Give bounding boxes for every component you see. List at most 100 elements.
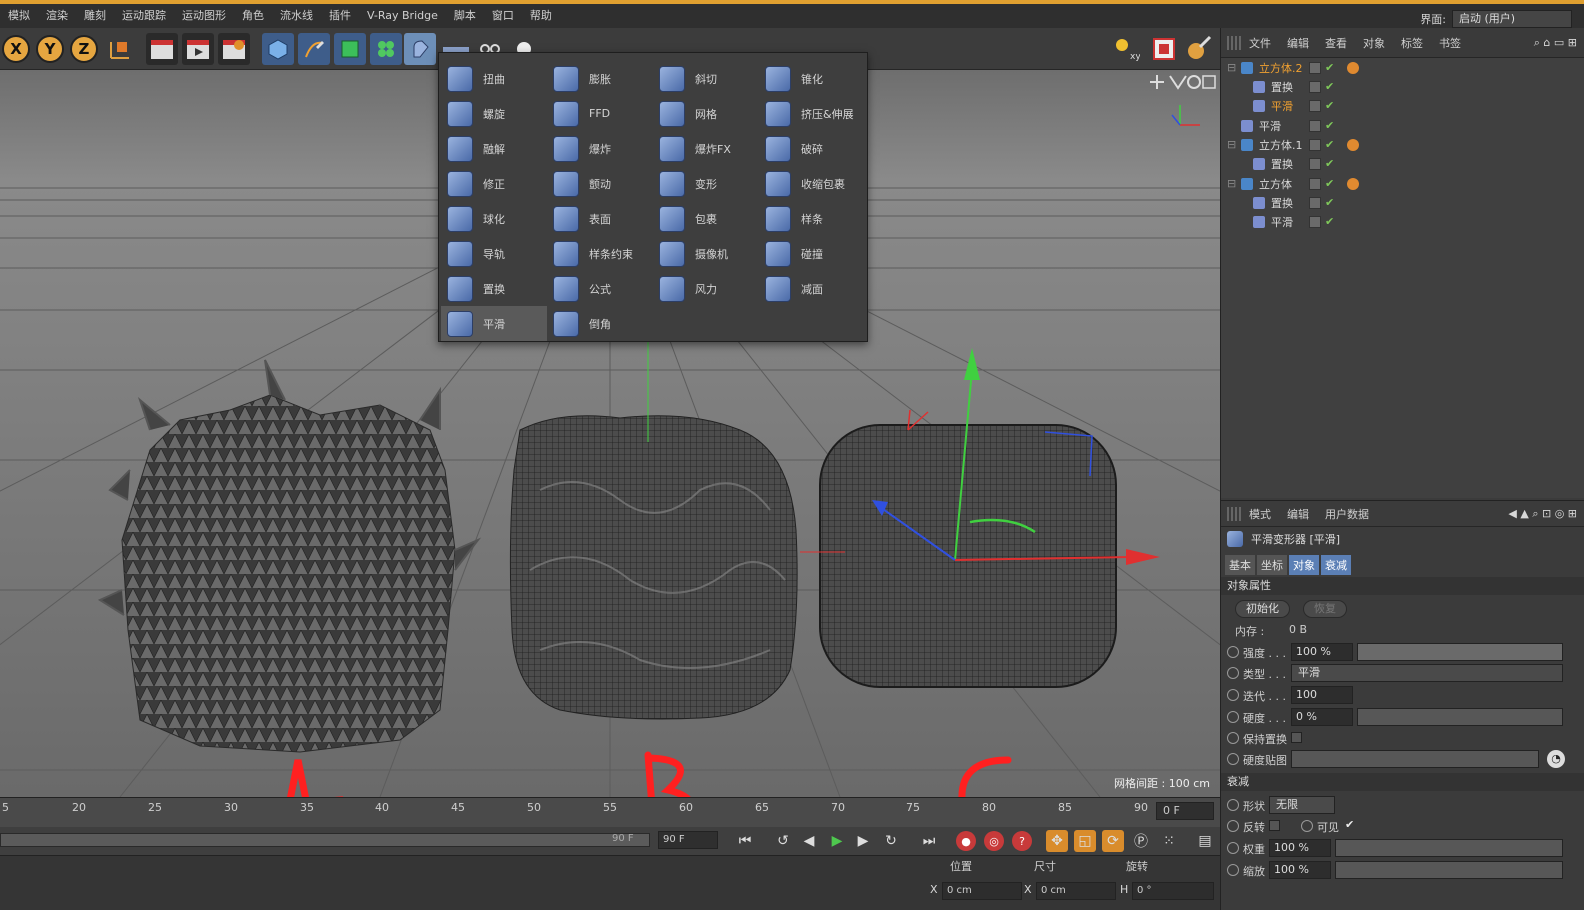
z-axis-lock-button[interactable]: Z (70, 35, 98, 63)
h-rotation-field[interactable]: 0 ° (1132, 882, 1214, 900)
previous-key-button[interactable]: ↺ (772, 830, 794, 852)
am-menu-edit[interactable]: 编辑 (1279, 506, 1317, 522)
layer-square-icon[interactable] (1309, 196, 1321, 209)
menu-script[interactable]: 脚本 (446, 4, 484, 28)
menu-motion-tracking[interactable]: 运动跟踪 (114, 4, 174, 28)
check-icon[interactable]: ✔ (1325, 138, 1334, 151)
collapse-icon[interactable]: ⊟ (1227, 177, 1236, 190)
check-icon[interactable]: ✔ (1325, 157, 1334, 170)
nav-arrows-icon[interactable]: ◀ ▲ ⌕ ⊡ ◎ ⊞ (1508, 507, 1577, 521)
deformer-explosion[interactable]: 爆炸 (547, 131, 653, 166)
animate-radio-icon[interactable] (1227, 753, 1239, 765)
menu-render[interactable]: 渲染 (38, 4, 76, 28)
deformer-bevel[interactable]: 倒角 (547, 306, 653, 341)
cloner-button[interactable] (370, 33, 402, 65)
layer-square-icon[interactable] (1309, 80, 1321, 93)
am-menu-userdata[interactable]: 用户数据 (1317, 506, 1377, 522)
timeline-ruler[interactable]: 5 20 25 30 35 40 45 50 55 60 65 70 75 80… (0, 797, 1220, 827)
layer-square-icon[interactable] (1309, 99, 1321, 112)
y-axis-lock-button[interactable]: Y (36, 35, 64, 63)
stiffness-slider[interactable] (1357, 708, 1563, 726)
deformer-spline[interactable]: 样条 (759, 201, 865, 236)
deformer-taper[interactable]: 锥化 (759, 61, 865, 96)
render-picture-viewer-button[interactable] (182, 33, 214, 65)
key-pla-button[interactable]: ⁙ (1158, 830, 1180, 852)
animate-radio-icon[interactable] (1227, 711, 1239, 723)
animate-radio-icon[interactable] (1227, 732, 1239, 744)
check-icon[interactable]: ✔ (1325, 80, 1334, 93)
deformer-spherify[interactable]: 球化 (441, 201, 547, 236)
object-row[interactable]: ⊟ 立方体.1 ✔ (1221, 135, 1584, 154)
deformer-correction[interactable]: 修正 (441, 166, 547, 201)
iterations-field[interactable]: 100 (1291, 686, 1353, 704)
object-row[interactable]: 置换 ✔ (1221, 193, 1584, 212)
deformer-wrap[interactable]: 包裹 (653, 201, 759, 236)
deformer-smoothing[interactable]: 平滑 (441, 306, 547, 341)
previous-frame-button[interactable]: ◀ (798, 830, 820, 852)
x-size-field[interactable]: 0 cm (1036, 882, 1116, 900)
texture-mode-button[interactable] (1148, 33, 1180, 65)
object-row[interactable]: 置换 ✔ (1221, 154, 1584, 173)
scale-field[interactable]: 100 % (1269, 861, 1331, 879)
cube-primitive-button[interactable] (262, 33, 294, 65)
menu-mograph[interactable]: 运动图形 (174, 4, 234, 28)
play-button[interactable]: ▶ (826, 830, 848, 852)
object-row[interactable]: 平滑 ✔ (1221, 96, 1584, 115)
menu-sculpt[interactable]: 雕刻 (76, 4, 114, 28)
panel-grip-icon[interactable] (1227, 506, 1241, 521)
menu-vray[interactable]: V-Ray Bridge (359, 4, 446, 28)
invert-checkbox[interactable] (1269, 820, 1280, 831)
animate-radio-icon[interactable] (1227, 820, 1239, 832)
noise-displaced-cube[interactable] (509, 415, 798, 720)
paint-mode-button[interactable] (1182, 33, 1214, 65)
check-icon[interactable]: ✔ (1325, 99, 1334, 112)
check-icon[interactable]: ✔ (1325, 61, 1334, 74)
animate-radio-icon[interactable] (1227, 689, 1239, 701)
deformer-morph[interactable]: 变形 (653, 166, 759, 201)
record-button[interactable]: ● (956, 831, 976, 851)
deformer-shear[interactable]: 斜切 (653, 61, 759, 96)
deformer-bulge[interactable]: 膨胀 (547, 61, 653, 96)
animate-radio-icon[interactable] (1227, 667, 1239, 679)
object-row[interactable]: ⊟ 立方体 ✔ (1221, 174, 1584, 193)
deformer-shatter[interactable]: 破碎 (759, 131, 865, 166)
om-menu-tags[interactable]: 标签 (1393, 35, 1431, 51)
stiffness-field[interactable]: 0 % (1291, 708, 1353, 726)
next-key-button[interactable]: ↻ (880, 830, 902, 852)
key-parameter-button[interactable]: Ⓟ (1130, 830, 1152, 852)
deformer-melt[interactable]: 融解 (441, 131, 547, 166)
deformer-ffd[interactable]: FFD (547, 96, 653, 131)
restore-button[interactable]: 恢复 (1303, 600, 1347, 618)
check-icon[interactable]: ✔ (1325, 177, 1334, 190)
shape-dropdown[interactable]: 无限 (1269, 796, 1335, 814)
spiky-displaced-cube[interactable] (97, 359, 482, 753)
x-axis-lock-button[interactable]: X (2, 35, 30, 63)
layer-square-icon[interactable] (1309, 157, 1321, 170)
deformer-bend[interactable]: 扭曲 (441, 61, 547, 96)
animate-radio-icon[interactable] (1227, 864, 1239, 876)
spline-pen-button[interactable] (298, 33, 330, 65)
time-range-slider[interactable] (0, 833, 650, 847)
object-row[interactable]: 平滑 ✔ (1221, 116, 1584, 135)
type-dropdown[interactable]: 平滑 (1291, 664, 1563, 682)
layer-square-icon[interactable] (1309, 119, 1321, 132)
deformer-explosion-fx[interactable]: 爆炸FX (653, 131, 759, 166)
deformer-collision[interactable]: 碰撞 (759, 236, 865, 271)
render-view-button[interactable] (146, 33, 178, 65)
search-icon[interactable]: ⌕ ⌂ ▭ ⊞ (1534, 36, 1577, 50)
check-icon[interactable]: ✔ (1325, 196, 1334, 209)
deformer-spline-rail[interactable]: 导轨 (441, 236, 547, 271)
deformer-formula[interactable]: 公式 (547, 271, 653, 306)
key-scale-button[interactable]: ◱ (1074, 830, 1096, 852)
collapse-icon[interactable]: ⊟ (1227, 138, 1236, 151)
animate-radio-icon[interactable] (1227, 646, 1239, 658)
om-menu-bookmarks[interactable]: 书签 (1431, 35, 1469, 51)
om-menu-objects[interactable]: 对象 (1355, 35, 1393, 51)
object-row[interactable]: 平滑 ✔ (1221, 212, 1584, 231)
timeline-window-button[interactable]: ▤ (1194, 830, 1216, 852)
tab-coord[interactable]: 坐标 (1257, 555, 1287, 575)
check-icon[interactable]: ✔ (1325, 215, 1334, 228)
phong-tag-icon[interactable] (1347, 61, 1359, 74)
deformer-shrink-wrap[interactable]: 收缩包裹 (759, 166, 865, 201)
deformer-jiggle[interactable]: 颤动 (547, 166, 653, 201)
